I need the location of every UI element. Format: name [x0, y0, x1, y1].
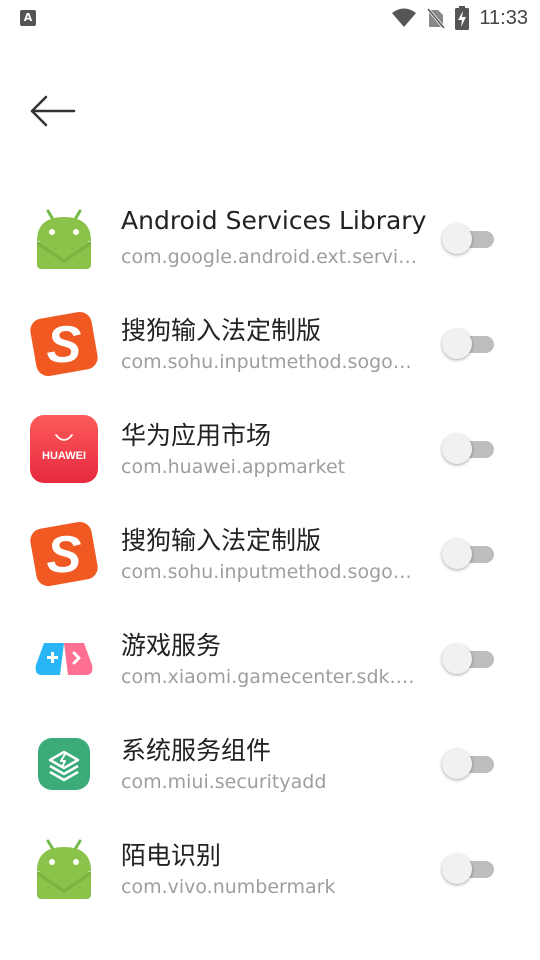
- game-service-icon: [30, 625, 98, 693]
- app-row: 系统服务组件 com.miui.securityadd: [0, 711, 540, 816]
- svg-text:HUAWEI: HUAWEI: [42, 450, 86, 462]
- status-time: 11:33: [479, 6, 528, 29]
- app-package: com.sohu.inputmethod.sogou.xiaomi: [121, 561, 421, 583]
- app-name: 华为应用市场: [121, 421, 272, 450]
- svg-text:S: S: [47, 526, 82, 584]
- sogou-icon: S: [30, 520, 98, 588]
- app-toggle[interactable]: [442, 749, 496, 779]
- app-row: HUAWEI 华为应用市场 com.huawei.appmarket: [0, 396, 540, 501]
- app-row: 游戏服务 com.xiaomi.gamecenter.sdk.service: [0, 606, 540, 711]
- app-row: 陌电识别 com.vivo.numbermark: [0, 816, 540, 921]
- no-sim-icon: [427, 8, 446, 29]
- android-icon: [30, 835, 98, 903]
- app-toggle[interactable]: [442, 224, 496, 254]
- app-toggle[interactable]: [442, 329, 496, 359]
- system-service-icon: [30, 730, 98, 798]
- app-name: 游戏服务: [121, 631, 222, 660]
- app-row: S 搜狗输入法定制版 com.sohu.inputmethod.sogou.xi…: [0, 501, 540, 606]
- app-package: com.miui.securityadd: [121, 771, 327, 793]
- arrow-left-icon: [30, 95, 76, 127]
- app-package: com.sohu.inputmethod.sogou.xiaomi: [121, 351, 421, 373]
- huawei-appmarket-icon: HUAWEI: [30, 415, 98, 483]
- sogou-icon: S: [30, 310, 98, 378]
- app-name: Android Services Library: [121, 206, 427, 235]
- app-name: 搜狗输入法定制版: [121, 526, 322, 555]
- app-row: S 搜狗输入法定制版 com.sohu.inputmethod.sogou.xi…: [0, 291, 540, 396]
- app-toggle[interactable]: [442, 854, 496, 884]
- app-toggle[interactable]: [442, 644, 496, 674]
- svg-text:S: S: [47, 316, 82, 374]
- status-bar: A 11:33: [0, 0, 540, 36]
- app-name: 搜狗输入法定制版: [121, 316, 322, 345]
- wifi-icon: [392, 8, 417, 27]
- app-package: com.huawei.appmarket: [121, 456, 346, 478]
- status-icons: 11:33: [391, 5, 528, 31]
- app-package: com.xiaomi.gamecenter.sdk.service: [121, 666, 421, 688]
- app-toggle[interactable]: [442, 434, 496, 464]
- app-name: 陌电识别: [121, 841, 222, 870]
- app-package: com.google.android.ext.services: [121, 246, 421, 268]
- app-package: com.vivo.numbermark: [121, 876, 336, 898]
- app-list: Android Services Library com.google.andr…: [0, 186, 540, 921]
- android-icon: [30, 205, 98, 273]
- battery-charging-icon: [455, 6, 470, 30]
- app-name: 系统服务组件: [121, 736, 272, 765]
- app-toggle[interactable]: [442, 539, 496, 569]
- back-button[interactable]: [22, 86, 82, 136]
- accessibility-notification-icon: A: [20, 10, 36, 26]
- app-row: Android Services Library com.google.andr…: [0, 186, 540, 291]
